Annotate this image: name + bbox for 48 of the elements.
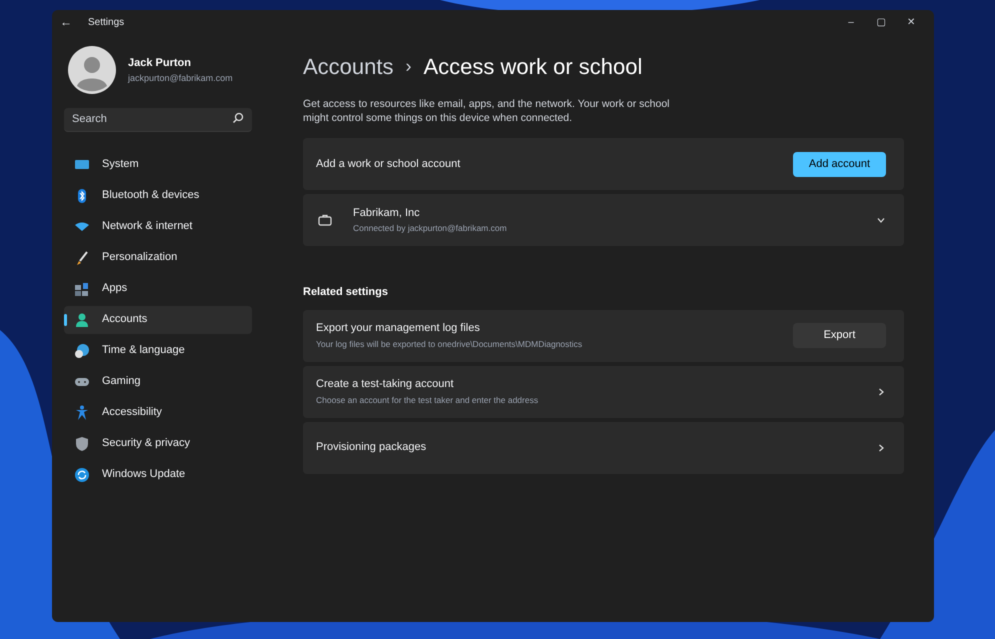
card-title: Add a work or school account bbox=[316, 156, 462, 172]
nav-item[interactable]: Accounts bbox=[64, 306, 252, 334]
card-title: Fabrikam, Inc bbox=[353, 206, 421, 221]
search-icon bbox=[232, 112, 244, 124]
nav-item[interactable]: Personalization bbox=[64, 244, 252, 272]
nav-item[interactable]: Apps bbox=[64, 274, 252, 302]
nav-item[interactable]: Gaming bbox=[64, 368, 252, 396]
nav-item[interactable]: System bbox=[64, 150, 252, 178]
card-title: Export your management log files bbox=[316, 321, 481, 336]
nav-item[interactable]: Security & privacy bbox=[64, 430, 252, 458]
card-description: Your log files will be exported to onedrive\Documents\MDMDiagnostics bbox=[316, 338, 584, 351]
user-email: jackpurton@fabrikam.com bbox=[128, 72, 233, 85]
page-title: Access work or school bbox=[424, 53, 642, 81]
section-heading: Related settings bbox=[303, 285, 389, 300]
search-field[interactable]: Search bbox=[64, 108, 252, 132]
nav-item[interactable]: Bluetooth & devices bbox=[64, 182, 252, 210]
card-title: Provisioning packages bbox=[316, 440, 428, 456]
nav-item[interactable]: Accessibility bbox=[64, 398, 252, 426]
minimize-button[interactable]: – bbox=[836, 14, 866, 30]
shield-icon bbox=[74, 436, 90, 452]
page-description: Get access to resources like email, apps, and the network. Your work or school might control some things on this device when connected. bbox=[303, 97, 671, 125]
breadcrumb-separator: › bbox=[406, 55, 412, 78]
window-title: Settings bbox=[88, 16, 124, 30]
nav-item[interactable]: Network & internet bbox=[64, 212, 252, 240]
paintbrush-icon bbox=[74, 250, 90, 266]
settings-card[interactable]: Fabrikam, Inc Connected by jackpurton@fabrikam.com bbox=[303, 194, 904, 246]
export-button[interactable]: Export bbox=[793, 323, 886, 348]
selection-indicator bbox=[64, 314, 67, 326]
person-icon bbox=[74, 312, 90, 328]
settings-card[interactable]: Provisioning packages bbox=[303, 422, 904, 474]
apps-icon bbox=[74, 280, 90, 296]
settings-card[interactable]: Create a test-taking account Choose an account for the test taker and enter the address bbox=[303, 366, 904, 418]
maximize-button[interactable]: ▢ bbox=[866, 14, 896, 30]
nav-item[interactable]: Time & language bbox=[64, 336, 252, 364]
close-button[interactable]: ✕ bbox=[896, 14, 926, 30]
user-name: Jack Purton bbox=[128, 56, 192, 71]
avatar-icon bbox=[68, 46, 116, 94]
card-title: Create a test-taking account bbox=[316, 377, 455, 392]
back-button[interactable]: ← bbox=[60, 13, 76, 31]
briefcase-icon bbox=[318, 214, 332, 226]
nav-item[interactable]: Windows Update bbox=[64, 460, 252, 488]
add-account-button[interactable]: Add account bbox=[793, 152, 886, 176]
update-icon bbox=[74, 466, 90, 482]
card-description: Choose an account for the test taker and enter the address bbox=[316, 394, 540, 407]
globe-clock-icon bbox=[74, 342, 90, 358]
breadcrumb-parent[interactable]: Accounts bbox=[303, 50, 394, 83]
accessibility-icon bbox=[74, 404, 90, 420]
card-description: Connected by jackpurton@fabrikam.com bbox=[353, 222, 508, 236]
